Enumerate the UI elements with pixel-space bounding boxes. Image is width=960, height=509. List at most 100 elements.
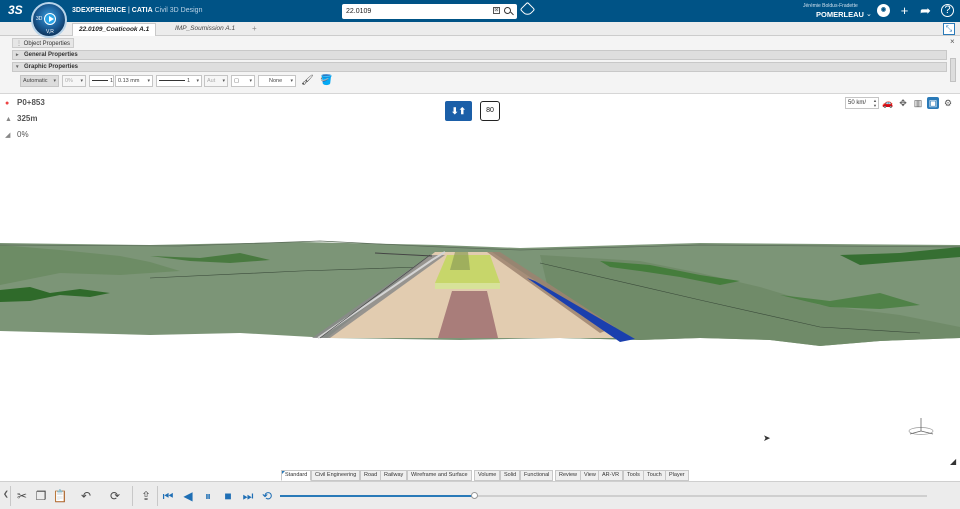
search-icon[interactable] xyxy=(504,7,511,14)
chevron-down-icon: ▾ xyxy=(196,78,199,84)
gear-icon[interactable]: ⚙ xyxy=(942,97,954,109)
layer-select[interactable]: None ▾ xyxy=(258,75,296,87)
chevron-down-icon: ▾ xyxy=(222,78,225,84)
line-type2-value: 1 xyxy=(187,78,191,84)
playback-slider[interactable] xyxy=(280,492,927,499)
fit-all-icon[interactable]: ✥ xyxy=(897,97,909,109)
tab-standard[interactable]: Standard xyxy=(281,470,312,481)
avatar[interactable]: ◉ xyxy=(877,4,890,17)
point-symbol-select[interactable]: Aut ▾ xyxy=(204,75,228,87)
compass-3d-label: 3D xyxy=(36,16,43,22)
chevron-left-icon[interactable]: ❮ xyxy=(3,490,9,498)
elevation-value: 325m xyxy=(17,114,38,123)
playback-handle[interactable] xyxy=(471,492,479,499)
chevron-down-icon[interactable]: ⌄ xyxy=(866,10,872,18)
point-symbol-value: Aut xyxy=(207,78,216,84)
resize-grip-icon[interactable]: ◢ xyxy=(950,457,956,466)
chevron-down-icon: ▾ xyxy=(290,78,293,84)
transparency-field[interactable]: 0% ▾ xyxy=(62,75,86,87)
tab-view[interactable]: View xyxy=(580,470,600,481)
copy-icon[interactable]: ❐ xyxy=(32,487,50,505)
two-way-sign-icon: ⬇⬆ xyxy=(445,101,472,121)
close-icon[interactable]: × xyxy=(950,37,955,46)
tab-review[interactable]: Review xyxy=(555,470,582,481)
line-sample-icon xyxy=(159,79,185,82)
search-box[interactable]: ⊠ xyxy=(342,4,517,19)
pause-icon[interactable]: ⏸ xyxy=(199,487,217,505)
profile-view-icon[interactable]: ▥ xyxy=(912,97,924,109)
spinner-icon[interactable]: ▲ ▼ xyxy=(873,98,877,108)
paint-bucket-icon[interactable]: 🪣 xyxy=(320,75,334,87)
line-type-select[interactable]: 1 xyxy=(89,75,114,87)
section-label: Graphic Properties xyxy=(24,64,79,70)
play-icon[interactable] xyxy=(44,13,56,25)
tab-road[interactable]: Road xyxy=(360,470,382,481)
expand-arrow-icon: ▾ xyxy=(16,64,19,70)
document-tabs: 22.0109_Coaticook A.1 IMP_Soumission A.1… xyxy=(0,22,960,36)
paint-brush-icon[interactable]: 🖌 xyxy=(301,75,315,87)
line-weight-select[interactable]: 0.13 mm ▾ xyxy=(115,75,153,87)
tab-railway[interactable]: Railway xyxy=(380,470,408,481)
station-readout: ● P0+853 xyxy=(5,98,45,107)
tab-soumission[interactable]: IMP_Soumission A.1 xyxy=(169,23,241,36)
collapse-arrow-icon: ▸ xyxy=(16,52,19,58)
update-icon[interactable]: ⟳ xyxy=(106,487,124,505)
tab-coaticook[interactable]: 22.0109_Coaticook A.1 xyxy=(72,23,157,36)
tab-tools[interactable]: Tools xyxy=(623,470,644,481)
section-label: General Properties xyxy=(24,52,78,58)
paste-icon[interactable]: 📋 xyxy=(51,487,69,505)
tab-functional[interactable]: Functional xyxy=(520,470,554,481)
section-general-properties[interactable]: ▸ General Properties xyxy=(12,50,947,60)
help-icon[interactable]: ? xyxy=(941,4,954,17)
speed-input[interactable]: 50 km/ ▲ ▼ xyxy=(845,97,879,109)
layer-filter-icon: ▢ xyxy=(234,78,240,84)
add-icon[interactable]: + xyxy=(897,3,912,18)
panel-scrollbar[interactable] xyxy=(950,58,956,82)
color-mode-select[interactable]: Automatic ▾ xyxy=(20,75,59,87)
tab-solid[interactable]: Solid xyxy=(500,470,521,481)
tab-wireframe-surface[interactable]: Wireframe and Surface xyxy=(407,470,472,481)
layer-value: None xyxy=(269,78,283,84)
car-icon[interactable]: 🚗 xyxy=(882,97,894,109)
tab-civil-engineering[interactable]: Civil Engineering xyxy=(311,470,361,481)
stop-icon[interactable]: ■ xyxy=(219,487,237,505)
mouse-cursor-icon: ➤ xyxy=(763,433,771,443)
undo-icon[interactable]: ↶ xyxy=(77,487,95,505)
search-input[interactable] xyxy=(346,5,486,18)
user-name[interactable]: Jérémie Boldus-Fradette xyxy=(803,3,858,9)
compass-vr-label: V,R xyxy=(46,29,54,35)
maximize-icon[interactable]: ⤡ xyxy=(943,23,955,35)
separator xyxy=(132,486,133,506)
top-bar: 3S 3DEXPERIENCE | CATIA Civil 3D Design … xyxy=(0,0,960,22)
cut-icon[interactable]: ✂ xyxy=(13,487,31,505)
skip-to-start-icon[interactable]: ⏮ xyxy=(159,487,177,505)
line-weight-value: 0.13 mm xyxy=(118,78,140,84)
skip-to-end-icon[interactable]: ⏭ xyxy=(239,487,257,505)
section-graphic-properties[interactable]: ▾ Graphic Properties xyxy=(12,62,947,72)
clear-search-icon[interactable]: ⊠ xyxy=(493,7,500,14)
loop-icon[interactable]: ⟲ xyxy=(258,487,276,505)
chevron-down-icon: ▾ xyxy=(249,78,252,84)
tab-ar-vr[interactable]: AR-VR xyxy=(598,470,624,481)
chevron-down-icon: ▾ xyxy=(80,78,83,84)
tenant-selector[interactable]: POMERLEAU xyxy=(816,10,864,19)
road-shoulder-yellow-2 xyxy=(435,283,500,289)
compass-icon[interactable]: 3D V,R xyxy=(31,2,67,38)
play-backward-icon[interactable]: ◀ xyxy=(179,487,197,505)
tab-touch[interactable]: Touch xyxy=(643,470,666,481)
tab-player[interactable]: Player xyxy=(665,470,689,481)
export-icon[interactable]: ⇪ xyxy=(137,487,155,505)
share-icon[interactable]: ➦ xyxy=(918,3,933,18)
add-tab-icon[interactable]: + xyxy=(252,24,257,33)
line-type-select-2[interactable]: 1 ▾ xyxy=(156,75,202,87)
dashboard-icon[interactable]: ▣ xyxy=(927,97,939,109)
chevron-down-icon: ▾ xyxy=(53,78,56,84)
3d-viewport[interactable]: ● P0+853 ▲ 325m ◢ 0% ⬇⬆ 80 50 km/ ▲ ▼ 🚗 ✥ ▥ … xyxy=(0,95,960,468)
playback-progress xyxy=(280,495,475,497)
elevation-icon: ▲ xyxy=(5,116,12,123)
tag-icon[interactable] xyxy=(519,1,536,18)
line-type-value: 1 xyxy=(110,78,114,84)
panel-title[interactable]: ⋮ Object Properties xyxy=(12,38,75,48)
tab-volume[interactable]: Volume xyxy=(474,470,501,481)
layer-filter-select[interactable]: ▢ ▾ xyxy=(231,75,255,87)
